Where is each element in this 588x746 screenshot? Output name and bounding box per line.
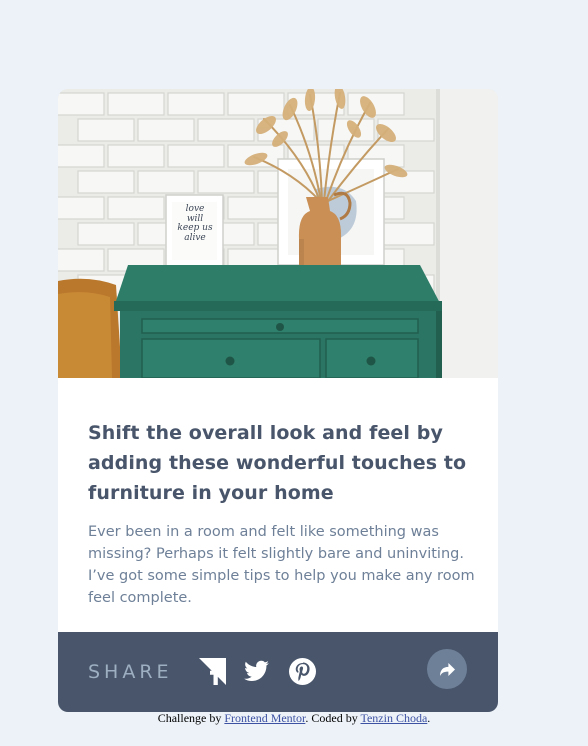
article-content: Shift the overall look and feel by addin… (88, 418, 478, 609)
drawers-photo: love will keep us alive (58, 89, 498, 378)
share-bar: SHARE (58, 632, 498, 712)
pinterest-icon[interactable] (289, 658, 316, 685)
article-description: Ever been in a room and felt like someth… (88, 524, 475, 606)
author-link[interactable]: Tenzin Choda (360, 711, 427, 725)
share-label: SHARE (88, 661, 173, 683)
article-title: Shift the overall look and feel by addin… (88, 422, 467, 504)
article-card: love will keep us alive Shift the overal… (58, 89, 498, 712)
attribution-prefix: Challenge by (157, 711, 225, 725)
share-icon (439, 662, 455, 676)
twitter-icon[interactable] (243, 658, 270, 685)
facebook-icon[interactable] (199, 658, 226, 685)
frame-lettering: love will keep us alive (177, 204, 213, 243)
frontend-mentor-link[interactable]: Frontend Mentor (224, 711, 305, 725)
attribution-middle: . Coded by (305, 711, 361, 725)
share-button[interactable] (427, 649, 467, 689)
attribution: Challenge by Frontend Mentor. Coded by T… (0, 711, 588, 726)
attribution-suffix: . (427, 711, 431, 725)
